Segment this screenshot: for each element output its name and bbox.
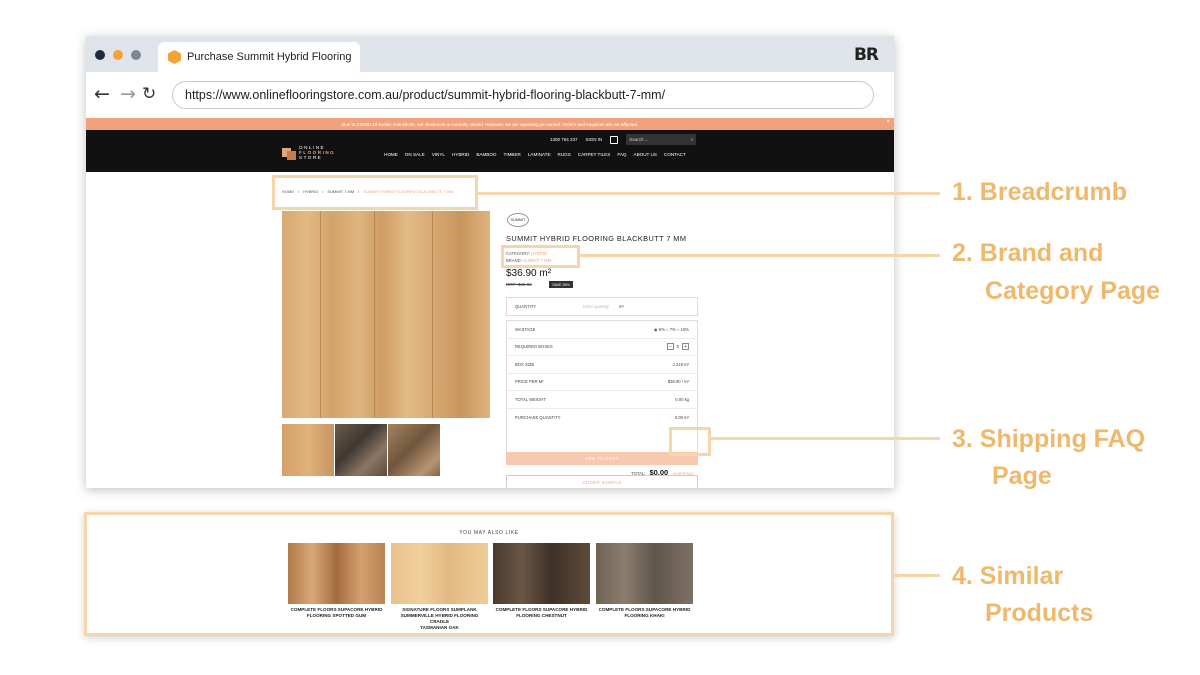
reload-icon[interactable]: ↻ [142, 84, 156, 104]
cart-icon[interactable] [610, 135, 619, 144]
minimize-window-dot[interactable] [113, 50, 123, 60]
similar-product-card[interactable]: SIGNATURE FLOORS SUMPLANK SUMMERVILLE HYB… [391, 543, 488, 631]
shipping-highlight [669, 427, 711, 456]
nav-carpet-tiles[interactable]: CARPET TILES [578, 152, 611, 157]
quantity-placeholder: Enter quantity [583, 304, 609, 309]
close-icon[interactable]: × [886, 119, 890, 125]
wastage-radio-group[interactable]: ◉ 5% ○ 7% ○ 10% [654, 327, 689, 332]
logo-squares-icon [282, 146, 296, 160]
callout-similar-1: 4. Similar [952, 562, 1064, 590]
boxes-stepper[interactable]: − 0 + [666, 343, 689, 351]
nav-faq[interactable]: FAQ [617, 152, 626, 157]
back-arrow-icon[interactable]: ← [94, 84, 110, 104]
quantity-label: QUANTITY [515, 304, 537, 309]
nav-laminate[interactable]: LAMINATE [528, 152, 551, 157]
option-row-wastage: WASTAGE ◉ 5% ○ 7% ○ 10% [507, 321, 697, 339]
similar-product-card[interactable]: COMPLETE FLOORS SUPACORE HYBRID FLOORING … [493, 543, 590, 619]
web-page: Due to COVID-19 border restrictions, our… [86, 118, 894, 488]
similar-connector [894, 574, 940, 577]
nav-hybrid[interactable]: HYBRID [452, 152, 469, 157]
option-row-total-weight: TOTAL WEIGHT 0.00 kg [507, 391, 697, 409]
callout-shipping-2: Page [992, 462, 1052, 490]
callout-similar-2: Products [985, 599, 1094, 627]
nav-contact[interactable]: CONTACT [664, 152, 686, 157]
similar-title: YOU MAY ALSO LIKE [459, 530, 519, 536]
option-row-required-boxes: REQUIRED BOXES − 0 + [507, 339, 697, 356]
tab-bar: Purchase Summit Hybrid Flooring BR [86, 36, 894, 72]
product-image[interactable] [596, 543, 693, 604]
callout-brand-category-2: Category Page [985, 277, 1161, 305]
tab-title: Purchase Summit Hybrid Flooring [187, 51, 352, 63]
phone-number[interactable]: 1300 764 237 [550, 137, 578, 142]
option-row-price-per-m2: PRICE PER M² $36.90 / m² [507, 374, 697, 391]
nav-home[interactable]: HOME [384, 152, 398, 157]
nav-about-us[interactable]: ABOUT US [634, 152, 657, 157]
product-image[interactable] [288, 543, 385, 604]
address-bar-row: ← → ↻ https://www.onlineflooringstore.co… [86, 72, 894, 118]
site-logo[interactable]: ONLINE FLOORING STORE [282, 145, 335, 160]
rrp-price: RRP: $49.95 [506, 282, 532, 287]
option-row-box-size: BOX SIZE 2.218 m² [507, 356, 697, 374]
search-placeholder: Search ... [629, 137, 649, 142]
favicon-hexagon-icon [168, 50, 181, 64]
product-title: SUMMIT HYBRID FLOORING BLACKBUTT 7 MM [506, 234, 687, 243]
callout-breadcrumb: 1. Breadcrumb [952, 178, 1128, 206]
quantity-field[interactable]: QUANTITY Enter quantity m² [506, 297, 698, 316]
covid-notice-bar: Due to COVID-19 border restrictions, our… [86, 118, 894, 130]
product-price: $36.90 m² [506, 268, 552, 279]
similar-product-card[interactable]: COMPLETE FLOORS SUPACORE HYBRID FLOORING … [596, 543, 693, 619]
browser-tab[interactable]: Purchase Summit Hybrid Flooring [158, 42, 360, 72]
similar-product-card[interactable]: COMPLETE FLOORS SUPACORE HYBRID FLOORING … [288, 543, 385, 619]
order-sample-button[interactable]: ORDER SAMPLE [506, 475, 698, 488]
save-badge: SAVE 26% [549, 281, 573, 288]
product-name[interactable]: COMPLETE FLOORS SUPACORE HYBRID FLOORING … [596, 607, 693, 619]
main-navigation: HOME ON SALE VINYL HYBRID BAMBOO TIMBER … [384, 152, 686, 157]
product-thumbnail[interactable] [335, 424, 387, 476]
product-thumbnail[interactable] [282, 424, 334, 476]
similar-products-section: YOU MAY ALSO LIKE COMPLETE FLOORS SUPACO… [84, 512, 894, 636]
product-main-image[interactable] [282, 211, 490, 418]
br-logo: BR [853, 45, 879, 65]
brand-logo-badge[interactable]: SUMMIT [507, 213, 529, 227]
product-image[interactable] [391, 543, 488, 604]
site-header: 1300 764 237 SIGN IN Search ... ⌕ ONLINE… [86, 130, 894, 172]
logo-text: ONLINE FLOORING STORE [299, 145, 336, 160]
nav-vinyl[interactable]: VINYL [432, 152, 445, 157]
site-search-input[interactable]: Search ... ⌕ [626, 134, 697, 145]
nav-bamboo[interactable]: BAMBOO [476, 152, 496, 157]
nav-rugs[interactable]: RUGS [558, 152, 571, 157]
brand-category-highlight [501, 245, 580, 268]
product-name[interactable]: COMPLETE FLOORS SUPACORE HYBRID FLOORING … [288, 607, 385, 619]
nav-on-sale[interactable]: ON SALE [405, 152, 425, 157]
nav-timber[interactable]: TIMBER [504, 152, 521, 157]
close-window-dot[interactable] [95, 50, 105, 60]
breadcrumb-highlight [272, 175, 478, 210]
option-row-purchase-quantity: PURCHASE QUANTITY 0.00 m² [515, 414, 689, 420]
callout-brand-category-1: 2. Brand and [952, 239, 1104, 267]
search-icon[interactable]: ⌕ [691, 137, 694, 142]
maximize-window-dot[interactable] [131, 50, 141, 60]
breadcrumb-connector [478, 192, 940, 195]
product-image[interactable] [493, 543, 590, 604]
notice-text: Due to COVID-19 border restrictions, our… [341, 121, 639, 127]
browser-window: Purchase Summit Hybrid Flooring BR ← → ↻… [86, 36, 894, 488]
quantity-unit: m² [619, 304, 624, 309]
product-thumbnail[interactable] [388, 424, 440, 476]
forward-arrow-icon[interactable]: → [120, 84, 136, 104]
url-field[interactable]: https://www.onlineflooringstore.com.au/p… [172, 81, 874, 109]
callout-shipping-1: 3. Shipping FAQ [952, 425, 1146, 453]
product-name[interactable]: SIGNATURE FLOORS SUMPLANK SUMMERVILLE HYB… [391, 607, 488, 631]
sign-in-link[interactable]: SIGN IN [586, 137, 603, 142]
header-utility-bar: 1300 764 237 SIGN IN Search ... ⌕ [550, 134, 697, 145]
shipping-connector [711, 437, 940, 440]
brand-category-connector [580, 254, 940, 257]
product-name[interactable]: COMPLETE FLOORS SUPACORE HYBRID FLOORING … [493, 607, 590, 619]
minus-icon[interactable]: − [666, 343, 674, 351]
plus-icon[interactable]: + [682, 343, 689, 351]
